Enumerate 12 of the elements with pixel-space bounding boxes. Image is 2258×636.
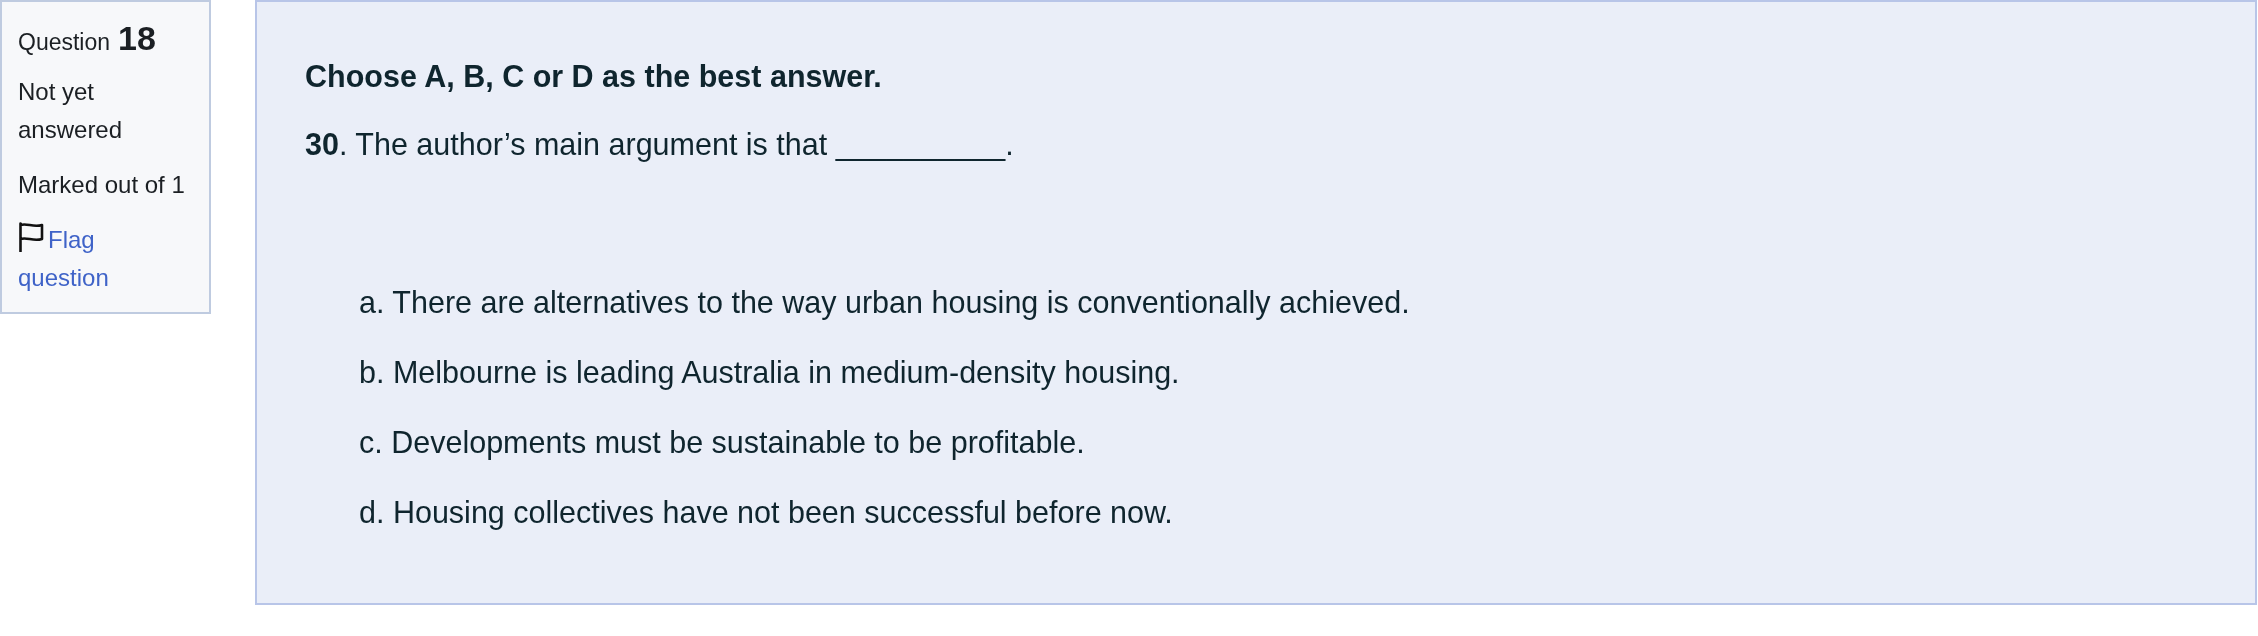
question-label: Question	[18, 28, 111, 57]
flag-question-link[interactable]: Flag question	[18, 221, 168, 297]
flag-icon	[18, 222, 44, 252]
question-number: 18	[118, 18, 156, 59]
question-status: Not yet answered	[18, 77, 124, 145]
answer-option[interactable]: c. Developments must be sustainable to be profitable.	[359, 420, 1085, 465]
question-text: 30. The author’s main argument is that __________.	[305, 126, 1015, 164]
answer-option[interactable]: b. Melbourne is leading Australia in medium-density housing.	[359, 350, 1180, 395]
question-marks: Marked out of 1	[18, 170, 186, 200]
answer-option[interactable]: d. Housing collectives have not been successful before now.	[359, 490, 1173, 535]
answer-option[interactable]: a. There are alternatives to the way urban housing is conventionally achieved.	[359, 280, 1410, 325]
instruction-text: Choose A, B, C or D as the best answer.	[305, 58, 883, 95]
